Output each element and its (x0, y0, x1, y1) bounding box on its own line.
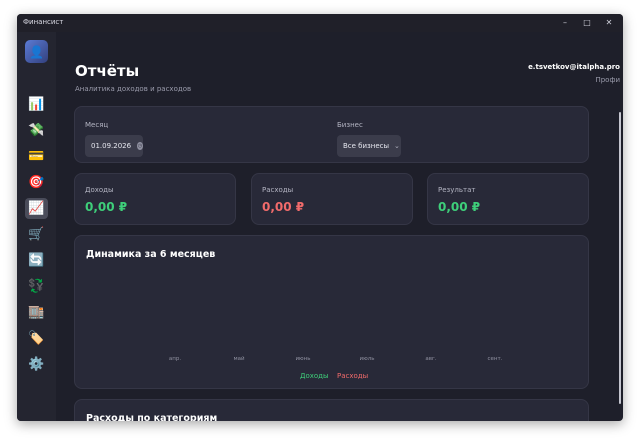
x-tick-label: июнь (295, 356, 311, 362)
sidebar-item-sync[interactable]: 🔄 (25, 250, 48, 271)
avatar[interactable]: 👤 (25, 40, 48, 63)
chart-plot (75, 266, 590, 354)
result-value: 0,00 ₽ (438, 200, 481, 214)
close-button[interactable]: ✕ (601, 15, 617, 31)
x-tick-label: май (233, 356, 245, 362)
main-content: Отчёты Аналитика доходов и расходов e.ts… (56, 32, 623, 421)
calendar-icon: ◷ (137, 142, 143, 150)
sidebar-item-transactions[interactable]: 💸 (25, 120, 48, 141)
scrollbar[interactable] (619, 112, 621, 404)
dashboard-icon: 📊 (28, 97, 45, 112)
purchases-icon: 🛒 (28, 227, 45, 242)
page-title: Отчёты (75, 62, 140, 80)
dynamics-chart-card: Динамика за 6 месяцев апр. май июнь июль авг… (74, 235, 589, 389)
business-icon: 🏬 (28, 305, 45, 320)
income-card: Доходы 0,00 ₽ (74, 173, 236, 225)
chart-title: Динамика за 6 месяцев (86, 249, 216, 260)
cards-icon: 💳 (28, 149, 45, 164)
x-tick-label: июль (359, 356, 375, 362)
x-tick-label: авг. (425, 356, 437, 362)
user-email: e.tsvetkov@italpha.pro (528, 63, 620, 71)
transactions-icon: 💸 (28, 123, 45, 138)
minimize-button[interactable]: – (557, 15, 573, 31)
user-plan: Профи (595, 76, 620, 84)
categories-card: Расходы по категориям (74, 399, 589, 421)
month-picker[interactable]: 01.09.2026 ◷ (85, 135, 143, 157)
legend-expenses: Расходы (337, 372, 369, 380)
business-select[interactable]: Все бизнесы ⌄ (337, 135, 401, 157)
sidebar-item-reports[interactable]: 📈 (25, 198, 48, 219)
result-card: Результат 0,00 ₽ (427, 173, 589, 225)
app-title: Финансист (23, 18, 64, 26)
filters-card: Месяц 01.09.2026 ◷ Бизнес Все бизнесы ⌄ (74, 106, 589, 163)
categories-title: Расходы по категориям (86, 413, 218, 421)
chevron-down-icon: ⌄ (394, 142, 400, 150)
sidebar-item-cards[interactable]: 💳 (25, 146, 48, 167)
income-label: Доходы (85, 186, 114, 194)
sidebar-item-business[interactable]: 🏬 (25, 302, 48, 323)
app-window: Финансист – □ ✕ 👤 📊 💸 💳 🎯 📈 🛒 🔄 💱 🏬 🏷️ ⚙️ Отчёты А… (17, 14, 623, 421)
currency-icon: 💱 (28, 279, 45, 294)
sidebar-item-goals[interactable]: 🎯 (25, 172, 48, 193)
result-label: Результат (438, 186, 476, 194)
expenses-value: 0,00 ₽ (262, 200, 305, 214)
title-bar[interactable]: Финансист – □ ✕ (17, 14, 623, 32)
month-label: Месяц (85, 121, 109, 129)
sidebar-item-settings[interactable]: ⚙️ (25, 354, 48, 375)
x-tick-label: сент. (487, 356, 503, 362)
sidebar: 👤 📊 💸 💳 🎯 📈 🛒 🔄 💱 🏬 🏷️ ⚙️ (17, 32, 56, 421)
page-subtitle: Аналитика доходов и расходов (75, 85, 192, 93)
sidebar-item-dashboard[interactable]: 📊 (25, 94, 48, 115)
reports-icon: 📈 (28, 201, 45, 216)
goals-icon: 🎯 (28, 175, 45, 190)
user-avatar-icon: 👤 (29, 44, 44, 59)
month-value: 01.09.2026 (91, 142, 132, 150)
sidebar-item-purchases[interactable]: 🛒 (25, 224, 48, 245)
expenses-card: Расходы 0,00 ₽ (251, 173, 413, 225)
tags-icon: 🏷️ (28, 331, 45, 346)
business-label: Бизнес (337, 121, 363, 129)
maximize-button[interactable]: □ (579, 15, 595, 31)
x-tick-label: апр. (168, 356, 182, 362)
sync-icon: 🔄 (28, 253, 45, 268)
legend-income: Доходы (300, 372, 329, 380)
sidebar-item-tags[interactable]: 🏷️ (25, 328, 48, 349)
settings-icon: ⚙️ (28, 357, 45, 372)
sidebar-item-currency[interactable]: 💱 (25, 276, 48, 297)
expenses-label: Расходы (262, 186, 294, 194)
income-value: 0,00 ₽ (85, 200, 128, 214)
business-value: Все бизнесы (343, 142, 390, 150)
